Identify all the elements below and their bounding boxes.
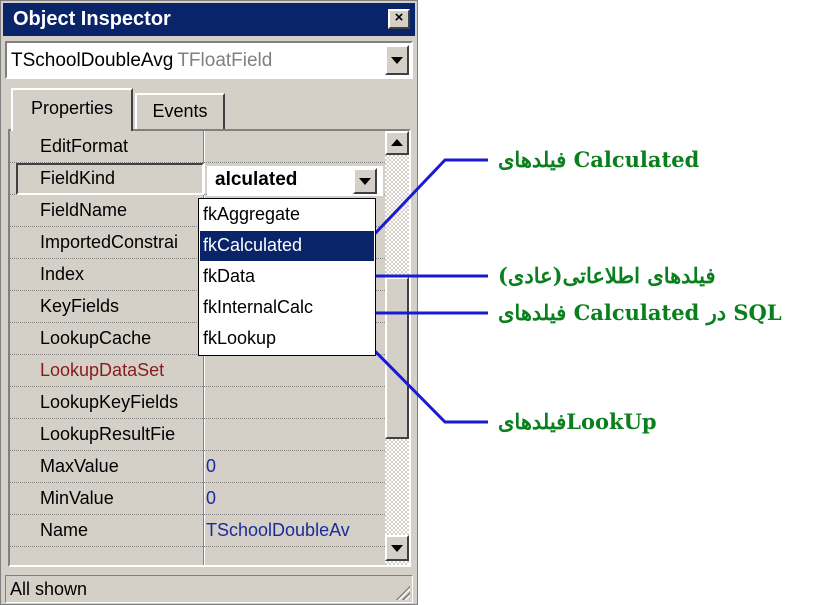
dropdown-option[interactable]: fkLookup	[200, 324, 374, 354]
dropdown-option[interactable]: fkAggregate	[200, 200, 374, 230]
dropdown-option[interactable]: fkData	[200, 262, 374, 292]
fieldkind-dropdown-list: fkAggregate fkCalculated fkData fkIntern…	[198, 198, 376, 356]
annotation-data-fields: فیلدهای اطلاعاتی(عادی)	[498, 263, 716, 288]
annotation-calculated: فیلدهای Calculated	[498, 147, 700, 172]
dropdown-option[interactable]: fkInternalCalc	[200, 293, 374, 323]
callout-line-lookup	[364, 340, 488, 424]
tab-properties-label: Properties	[30, 98, 114, 118]
tab-properties[interactable]: Properties	[11, 88, 133, 131]
annotation-lookup: فیلدهایLookUp	[498, 409, 657, 434]
annotation-internalcalc: فیلدهای Calculated در SQL	[498, 300, 782, 325]
dropdown-option-selected[interactable]: fkCalculated	[200, 231, 374, 261]
callout-line-calculated	[364, 158, 488, 245]
